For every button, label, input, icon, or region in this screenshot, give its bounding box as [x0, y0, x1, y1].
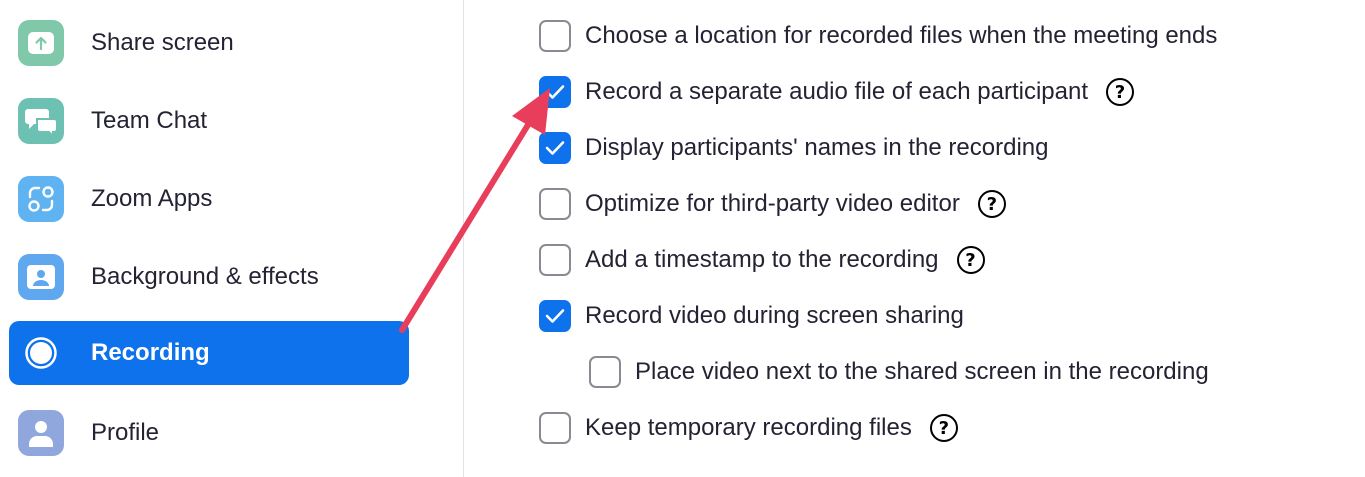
option-display-names: Display participants' names in the recor…	[539, 130, 1048, 166]
checkbox[interactable]	[589, 356, 621, 388]
checkbox[interactable]	[539, 20, 571, 52]
sidebar-item-share-screen[interactable]: Share screen	[9, 11, 409, 75]
option-place-video-next: Place video next to the shared screen in…	[589, 354, 1209, 390]
apps-icon	[18, 176, 64, 222]
checkbox[interactable]	[539, 300, 571, 332]
option-third-party-editor: Optimize for third-party video editor ?	[539, 186, 1006, 222]
option-label: Display participants' names in the recor…	[585, 134, 1049, 161]
sidebar-item-zoom-apps[interactable]: Zoom Apps	[9, 167, 409, 231]
help-icon[interactable]: ?	[956, 246, 985, 274]
option-label: Add a timestamp to the recording	[585, 246, 939, 273]
checkbox[interactable]	[539, 244, 571, 276]
settings-sidebar: Share screen Team Chat Zoom Apps Backgro…	[0, 0, 464, 477]
checkbox[interactable]	[539, 188, 571, 220]
option-keep-temp-files: Keep temporary recording files ?	[539, 410, 958, 446]
option-choose-location: Choose a location for recorded files whe…	[539, 18, 1217, 54]
profile-icon	[18, 410, 64, 456]
option-label: Record video during screen sharing	[585, 302, 964, 329]
background-icon	[18, 254, 64, 300]
option-label: Place video next to the shared screen in…	[635, 358, 1209, 385]
sidebar-item-label: Recording	[91, 339, 210, 366]
checkbox[interactable]	[539, 412, 571, 444]
sidebar-item-label: Background & effects	[91, 263, 319, 290]
chat-icon	[18, 98, 64, 144]
help-icon[interactable]: ?	[929, 414, 958, 442]
checkbox[interactable]	[539, 132, 571, 164]
option-label: Record a separate audio file of each par…	[585, 78, 1088, 105]
option-label: Keep temporary recording files	[585, 414, 912, 441]
sidebar-item-background-effects[interactable]: Background & effects	[9, 245, 409, 309]
help-icon[interactable]: ?	[1105, 78, 1134, 106]
option-record-video-sharing: Record video during screen sharing	[539, 298, 964, 334]
sidebar-divider	[463, 0, 464, 477]
sidebar-item-recording[interactable]: Recording	[9, 321, 409, 385]
share-screen-icon	[18, 20, 64, 66]
sidebar-item-label: Team Chat	[91, 107, 208, 134]
option-label: Choose a location for recorded files whe…	[585, 22, 1218, 49]
record-icon	[18, 330, 64, 376]
sidebar-item-label: Zoom Apps	[91, 185, 213, 212]
checkbox[interactable]	[539, 76, 571, 108]
sidebar-item-label: Profile	[91, 419, 160, 446]
sidebar-item-profile[interactable]: Profile	[9, 401, 409, 465]
option-label: Optimize for third-party video editor	[585, 190, 960, 217]
sidebar-item-label: Share screen	[91, 29, 234, 56]
option-separate-audio: Record a separate audio file of each par…	[539, 74, 1134, 110]
option-timestamp: Add a timestamp to the recording ?	[539, 242, 985, 278]
sidebar-item-team-chat[interactable]: Team Chat	[9, 89, 409, 153]
help-icon[interactable]: ?	[977, 190, 1006, 218]
